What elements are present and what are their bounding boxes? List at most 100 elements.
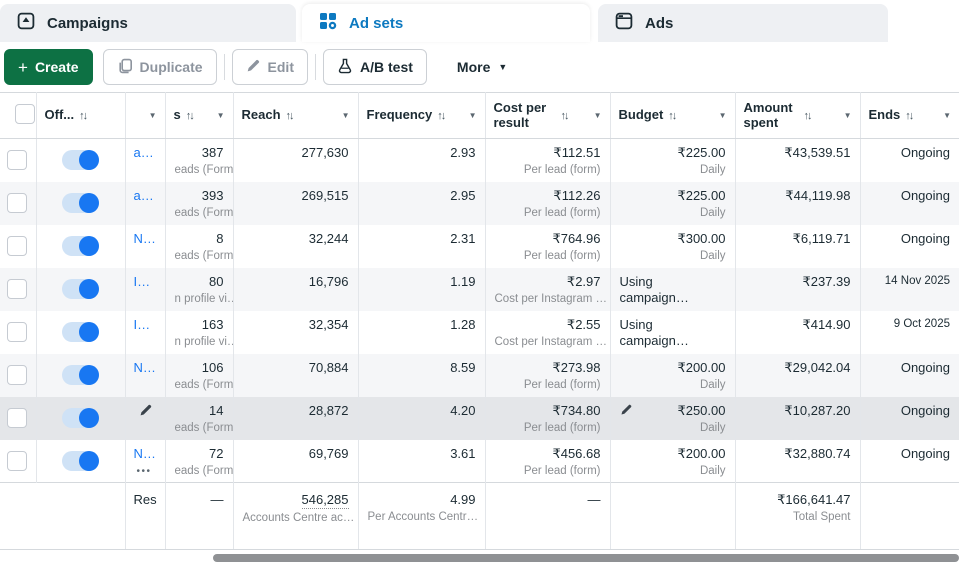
- adset-name-link[interactable]: a…: [134, 188, 154, 203]
- reach-value: 16,796: [243, 274, 349, 290]
- results-value: 387: [175, 145, 224, 161]
- edit-budget-pencil-icon[interactable]: [620, 403, 633, 419]
- off-toggle[interactable]: [62, 322, 99, 342]
- header-cost-per-result[interactable]: Cost per result↑↓▼: [485, 93, 610, 139]
- cost-value: ₹2.55: [495, 317, 601, 333]
- header-ends[interactable]: Ends↑↓▼: [860, 93, 959, 139]
- duplicate-button[interactable]: Duplicate: [103, 49, 217, 85]
- table-row[interactable]: N…••• 72eads (Form) 69,769 3.61 ₹456.68P…: [0, 440, 959, 483]
- filter-caret-icon[interactable]: ▼: [342, 111, 350, 120]
- filter-caret-icon[interactable]: ▼: [149, 111, 157, 120]
- budget-value: Using campaign…: [620, 274, 726, 307]
- results-value: 163: [175, 317, 224, 333]
- header-amount-spent[interactable]: Amount spent↑↓▼: [735, 93, 860, 139]
- header-off[interactable]: Off... ↑↓: [36, 93, 125, 139]
- off-toggle[interactable]: [62, 193, 99, 213]
- edit-button-label: Edit: [268, 59, 294, 75]
- row-checkbox[interactable]: [7, 150, 27, 170]
- header-results[interactable]: s↑↓▼: [165, 93, 233, 139]
- edit-name-pencil-icon[interactable]: [139, 403, 153, 420]
- tab-campaigns[interactable]: Campaigns: [0, 4, 296, 42]
- ends-value: 14 Nov 2025: [870, 271, 951, 288]
- filter-caret-icon[interactable]: ▼: [844, 111, 852, 120]
- summary-spent: ₹166,641.47: [745, 492, 851, 508]
- row-checkbox[interactable]: [7, 279, 27, 299]
- header-reach[interactable]: Reach↑↓▼: [233, 93, 358, 139]
- filter-caret-icon[interactable]: ▼: [719, 111, 727, 120]
- select-all-checkbox[interactable]: [15, 104, 35, 124]
- ends-value: Ongoing: [870, 403, 951, 419]
- cost-label: Per lead (form): [495, 379, 601, 391]
- spent-value: ₹10,287.20: [745, 403, 851, 419]
- more-button[interactable]: More ▼: [447, 59, 517, 75]
- table-row[interactable]: a… 393eads (Form) 269,515 2.95 ₹112.26Pe…: [0, 182, 959, 225]
- edit-pencil-icon: [246, 58, 261, 76]
- row-checkbox[interactable]: [7, 408, 27, 428]
- table-row[interactable]: N… 8eads (Form) 32,244 2.31 ₹764.96Per l…: [0, 225, 959, 268]
- table-row[interactable]: I… 163n profile vi… 32,354 1.28 ₹2.55Cos…: [0, 311, 959, 354]
- budget-label: Daily: [620, 164, 726, 176]
- header-frequency[interactable]: Frequency ↑↓ ▼: [358, 93, 485, 139]
- sort-icon[interactable]: ↑↓: [437, 110, 444, 122]
- tab-ad-sets-label: Ad sets: [349, 15, 403, 32]
- sort-icon[interactable]: ↑↓: [79, 110, 86, 122]
- header-budget[interactable]: Budget ↑↓ ▼: [610, 93, 735, 139]
- row-checkbox[interactable]: [7, 193, 27, 213]
- reach-value: 70,884: [243, 360, 349, 376]
- off-toggle[interactable]: [62, 279, 99, 299]
- adset-name-link[interactable]: N…: [134, 446, 156, 461]
- adset-name-link[interactable]: I…: [134, 317, 151, 332]
- filter-caret-icon[interactable]: ▼: [469, 111, 477, 120]
- create-button[interactable]: + Create: [4, 49, 93, 85]
- sort-icon[interactable]: ↑↓: [186, 110, 193, 122]
- adset-name-link[interactable]: I…: [134, 274, 151, 289]
- ab-test-button-label: A/B test: [360, 59, 413, 75]
- header-off-label: Off...: [45, 108, 75, 123]
- table-header-row: Off...↑↓ ▼ s↑↓▼ Reach↑↓▼ Frequency↑↓▼ Co…: [0, 93, 959, 139]
- sort-icon[interactable]: ↑↓: [905, 110, 912, 122]
- row-checkbox[interactable]: [7, 322, 27, 342]
- off-toggle[interactable]: [62, 365, 99, 385]
- off-toggle[interactable]: [62, 236, 99, 256]
- header-budget-label: Budget: [619, 108, 664, 123]
- row-checkbox[interactable]: [7, 451, 27, 471]
- results-label: eads (Form): [175, 207, 224, 219]
- flask-icon: [337, 58, 353, 77]
- adset-name-link[interactable]: N…: [134, 231, 156, 246]
- sort-icon[interactable]: ↑↓: [561, 110, 568, 122]
- adset-name-link[interactable]: N…: [134, 360, 156, 375]
- horizontal-scrollbar[interactable]: [213, 554, 959, 562]
- table-row[interactable]: N… 106eads (Form) 70,884 8.59 ₹273.98Per…: [0, 354, 959, 397]
- header-frequency-label: Frequency: [367, 108, 433, 123]
- frequency-value: 8.59: [368, 360, 476, 376]
- cost-value: ₹273.98: [495, 360, 601, 376]
- row-checkbox[interactable]: [7, 236, 27, 256]
- filter-caret-icon[interactable]: ▼: [217, 111, 225, 120]
- filter-caret-icon[interactable]: ▼: [943, 111, 951, 120]
- results-value: 14: [175, 403, 224, 419]
- tab-ads[interactable]: Ads: [598, 4, 888, 42]
- row-checkbox[interactable]: [7, 365, 27, 385]
- edit-button[interactable]: Edit: [232, 49, 308, 85]
- table-summary-row: Res — 546,285Accounts Centre ac… 4.99Per…: [0, 483, 959, 550]
- off-toggle[interactable]: [62, 150, 99, 170]
- more-options-icon[interactable]: •••: [137, 466, 156, 477]
- ab-test-button[interactable]: A/B test: [323, 49, 427, 85]
- tab-ad-sets[interactable]: Ad sets: [302, 4, 590, 42]
- campaigns-icon: [16, 11, 36, 35]
- table-row[interactable]: 14eads (Form) 28,872 4.20 ₹734.80Per lea…: [0, 397, 959, 440]
- header-name[interactable]: ▼: [125, 93, 165, 139]
- table-row[interactable]: a… 387eads (Form) 277,630 2.93 ₹112.51Pe…: [0, 139, 959, 182]
- sort-icon[interactable]: ↑↓: [668, 110, 675, 122]
- off-toggle[interactable]: [62, 408, 99, 428]
- reach-value: 32,354: [243, 317, 349, 333]
- results-label: eads (Form): [175, 164, 224, 176]
- sort-icon[interactable]: ↑↓: [804, 110, 811, 122]
- filter-caret-icon[interactable]: ▼: [594, 111, 602, 120]
- results-label: eads (Form): [175, 379, 224, 391]
- toolbar-separator: [224, 54, 225, 80]
- off-toggle[interactable]: [62, 451, 99, 471]
- sort-icon[interactable]: ↑↓: [286, 110, 293, 122]
- adset-name-link[interactable]: a…: [134, 145, 154, 160]
- table-row[interactable]: I… 80n profile vi… 16,796 1.19 ₹2.97Cost…: [0, 268, 959, 311]
